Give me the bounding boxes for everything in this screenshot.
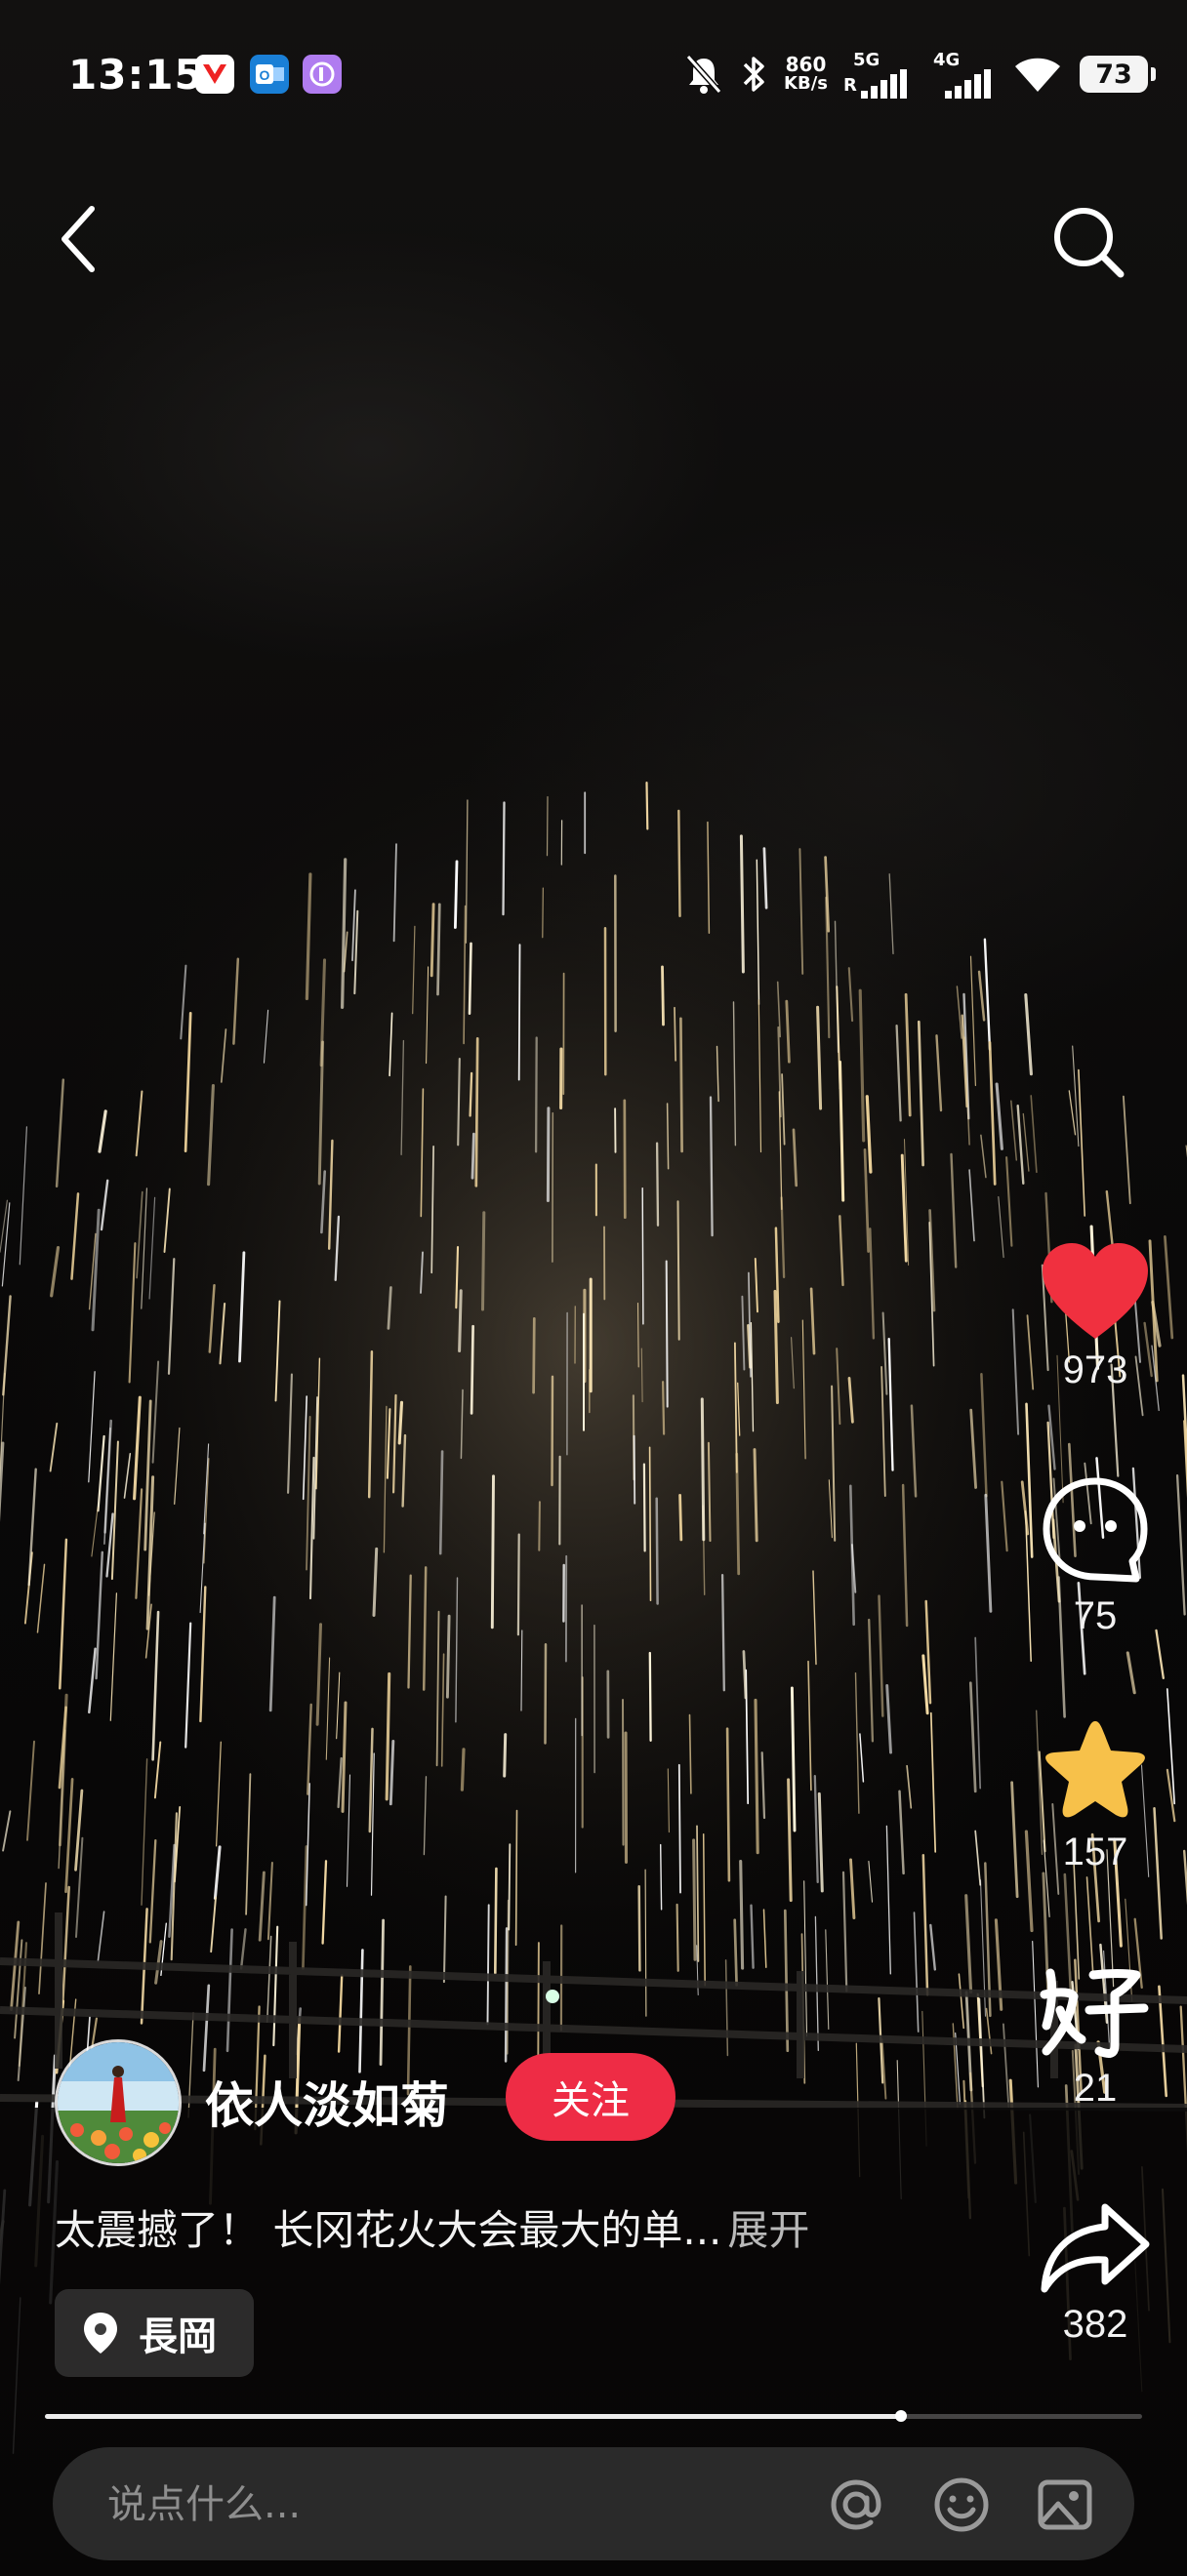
app-badge-icon [303,55,342,94]
wifi-icon [1015,58,1060,92]
status-indicators: 860 KB/s 5G R 4G 73 [684,47,1156,101]
caption-text: 太震撼了！ 长冈花火大会最大的单... [55,2206,722,2254]
video-progress-bar[interactable] [45,2410,1142,2422]
comment-bubble-icon [1043,1477,1148,1583]
notification-app-icon [195,55,234,94]
battery-level: 73 [1095,59,1132,90]
signal-sim1-icon: 5G R [843,50,912,99]
outlook-app-icon: O [250,55,289,94]
comment-input[interactable] [105,2473,793,2537]
good-count: 21 [1073,2067,1118,2110]
emoji-button[interactable] [931,2475,992,2535]
follow-button[interactable]: 关注 [506,2053,675,2141]
comment-count: 75 [1073,1594,1118,1637]
follow-label: 关注 [552,2078,630,2123]
bluetooth-icon [743,57,764,92]
network-speed-unit: KB/s [784,73,828,94]
video-progress-handle[interactable] [894,2410,907,2422]
at-icon [831,2479,881,2530]
comment-button[interactable]: 75 [1027,1475,1164,1638]
sim2-label: 4G [933,50,961,70]
location-tag[interactable]: 長岡 [55,2289,254,2377]
video-progress-fill [45,2414,901,2419]
location-name: 長岡 [139,2314,217,2359]
back-button[interactable] [51,195,109,283]
like-count: 973 [1062,1348,1128,1391]
like-button[interactable]: 973 [1027,1241,1164,1392]
sim1-label: 5G [853,50,880,70]
search-button[interactable] [1046,200,1130,284]
signal-sim2-icon: 4G [927,50,996,99]
chevron-left-icon [61,206,95,272]
status-bar: 13:15 O 860 KB/s 5G R 4G 73 [0,0,1187,146]
author-name[interactable]: 依人淡如菊 [205,2067,449,2137]
battery-indicator: 73 [1080,56,1156,93]
good-button[interactable]: 21 [1027,1961,1164,2111]
emoji-icon [934,2477,989,2532]
location-pin-icon [84,2313,117,2354]
post-caption[interactable]: 太震撼了！ 长冈花火大会最大的单... 展开 [55,2197,809,2257]
heart-icon [1043,1243,1148,1339]
expand-link[interactable]: 展开 [727,2206,809,2254]
share-arrow-icon [1041,2203,1150,2293]
image-icon [1038,2479,1092,2530]
mention-button[interactable] [826,2475,886,2535]
network-speed: 860 KB/s [784,55,828,94]
video-screen[interactable]: 13:15 O 860 KB/s 5G R 4G 73 973 75 157 2… [0,0,1187,2576]
mute-bell-icon [685,55,722,94]
good-icon [1040,1968,1149,2058]
favorite-button[interactable]: 157 [1027,1715,1164,1874]
favorite-count: 157 [1062,1831,1128,1873]
search-icon [1054,208,1125,278]
video-frame[interactable] [0,0,1187,2576]
star-icon [1045,1721,1145,1818]
status-time: 13:15 [68,51,204,99]
author-avatar[interactable] [55,2039,182,2166]
network-speed-value: 860 [785,53,827,76]
image-button[interactable] [1035,2475,1095,2535]
share-count: 382 [1062,2303,1128,2346]
comment-bar [53,2447,1134,2560]
svg-text:O: O [260,67,270,83]
sim1-roaming: R [843,75,857,96]
share-button[interactable]: 382 [1027,2199,1164,2347]
fireworks-image [0,605,1187,2576]
